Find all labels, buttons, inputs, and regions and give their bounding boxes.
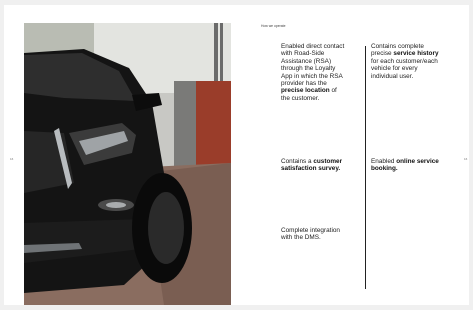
feature-survey: Contains a customer satisfaction survey. (281, 158, 343, 173)
page-number-right: 16 (464, 157, 468, 161)
section-title: How we operate (261, 24, 286, 28)
feature-dms: Complete integration with the DMS. (281, 227, 340, 242)
column-divider (365, 46, 366, 289)
feature-online-booking: Enabled online service booking. (371, 158, 439, 173)
page-number-left: 16 (10, 157, 14, 161)
car-photo (24, 23, 231, 305)
feature-rsa: Enabled direct contact with Road-Side As… (281, 43, 345, 102)
document-spread: 16 16 How we operate Enabled direct cont… (4, 5, 469, 305)
car-photo-graphic (24, 23, 231, 305)
feature-service-history: Contains complete precise service histor… (371, 43, 439, 80)
